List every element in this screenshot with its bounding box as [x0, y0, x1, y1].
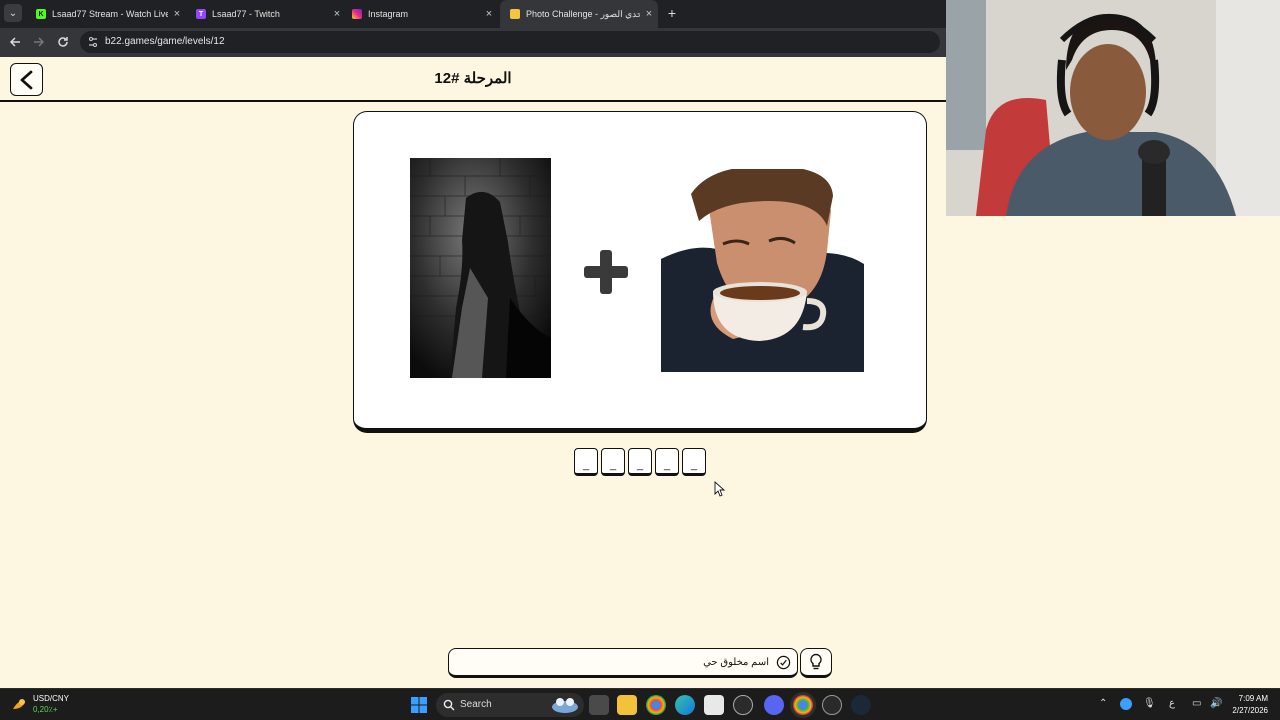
browser-tab-strip: ⌄ K Lsaad77 Stream - Watch Live on × T L…: [0, 0, 946, 28]
tab-instagram[interactable]: Instagram ×: [342, 0, 498, 28]
mouse-cursor-icon: [714, 481, 726, 497]
twitch-icon: T: [196, 9, 206, 19]
plus-icon: [584, 250, 628, 294]
address-bar-row: b22.games/game/levels/12: [0, 28, 946, 57]
tab-title: Photo Challenge - تحدي الصور: [526, 8, 640, 19]
check-circle-icon: [776, 655, 791, 670]
steam-icon[interactable]: [851, 695, 871, 715]
webcam-overlay: [946, 0, 1280, 216]
search-highlight-icon: [552, 698, 578, 713]
hint-box: اسم مخلوق حي: [448, 648, 798, 678]
tray-overflow-icon[interactable]: ⌃: [1099, 698, 1107, 709]
close-tab-icon[interactable]: ×: [168, 8, 186, 20]
game-header: المرحلة #12: [0, 57, 946, 102]
edge-icon[interactable]: [675, 695, 695, 715]
forward-arrow-icon[interactable]: [30, 33, 48, 51]
tab-search-dropdown-icon[interactable]: ⌄: [4, 4, 22, 22]
answer-slot[interactable]: _: [574, 448, 598, 476]
instagram-icon: [352, 9, 362, 19]
new-tab-icon[interactable]: +: [664, 5, 680, 21]
answer-slot[interactable]: _: [655, 448, 679, 476]
site-settings-icon[interactable]: [87, 36, 99, 48]
store-icon[interactable]: [704, 695, 724, 715]
hint-text: اسم مخلوق حي: [703, 657, 769, 668]
answer-slots: _ _ _ _ _: [574, 448, 706, 477]
discord-icon[interactable]: [764, 695, 784, 715]
task-view-icon[interactable]: [589, 695, 609, 715]
microphone-icon[interactable]: 🎙: [1143, 698, 1156, 709]
lightbulb-icon: [810, 653, 822, 670]
tab-photo-challenge[interactable]: Photo Challenge - تحدي الصور ×: [500, 0, 658, 28]
kick-icon: K: [36, 9, 46, 19]
search-icon: [443, 699, 455, 711]
clock[interactable]: 7:09 AM 2/27/2026: [1232, 693, 1268, 717]
reload-icon[interactable]: [54, 33, 72, 51]
close-tab-icon[interactable]: ×: [640, 8, 658, 20]
close-tab-icon[interactable]: ×: [480, 8, 498, 20]
tab-title: Lsaad77 - Twitch: [212, 9, 280, 19]
tab-twitch[interactable]: T Lsaad77 - Twitch ×: [186, 0, 346, 28]
level-title: المرحلة #12: [434, 70, 512, 87]
language-indicator[interactable]: ع: [1169, 698, 1175, 709]
volume-icon[interactable]: 🔊: [1210, 698, 1222, 709]
url-text: b22.games/game/levels/12: [105, 36, 225, 47]
stock-widget-icon[interactable]: [11, 697, 27, 713]
obs-icon[interactable]: [733, 695, 753, 715]
clock-date: 2/27/2026: [1232, 706, 1268, 715]
onedrive-icon[interactable]: [1120, 698, 1132, 710]
network-icon[interactable]: ▭: [1192, 698, 1201, 709]
file-explorer-icon[interactable]: [617, 695, 637, 715]
steelseries-icon[interactable]: [822, 695, 842, 715]
game-icon: [510, 9, 520, 19]
answer-slot[interactable]: _: [628, 448, 652, 476]
url-field[interactable]: b22.games/game/levels/12: [80, 31, 940, 53]
taskbar: USD/CNY 0,20٪+ Search ⌃ 🎙 ع ▭ 🔊 7:09 AM …: [0, 688, 1280, 720]
ticker-name: USD/CNY: [33, 694, 70, 703]
chrome-icon[interactable]: [646, 695, 666, 715]
windows-start-icon[interactable]: [409, 695, 429, 715]
tab-title: Lsaad77 Stream - Watch Live on: [52, 9, 168, 19]
taskbar-search[interactable]: Search: [436, 693, 584, 717]
clock-time: 7:09 AM: [1238, 694, 1268, 703]
search-label: Search: [460, 699, 492, 710]
tab-kick[interactable]: K Lsaad77 Stream - Watch Live on ×: [26, 0, 186, 28]
chrome-active-icon[interactable]: [793, 695, 813, 715]
back-arrow-icon[interactable]: [6, 33, 24, 51]
ticker-value: 0,20٪+: [33, 705, 58, 714]
man-drinking-coffee-photo: [661, 169, 864, 372]
puzzle-card: [353, 111, 927, 433]
answer-slot[interactable]: _: [601, 448, 625, 476]
hint-button[interactable]: [800, 648, 832, 678]
ghost-girl-photo: [410, 158, 551, 378]
answer-slot[interactable]: _: [682, 448, 706, 476]
tab-title: Instagram: [368, 9, 409, 19]
